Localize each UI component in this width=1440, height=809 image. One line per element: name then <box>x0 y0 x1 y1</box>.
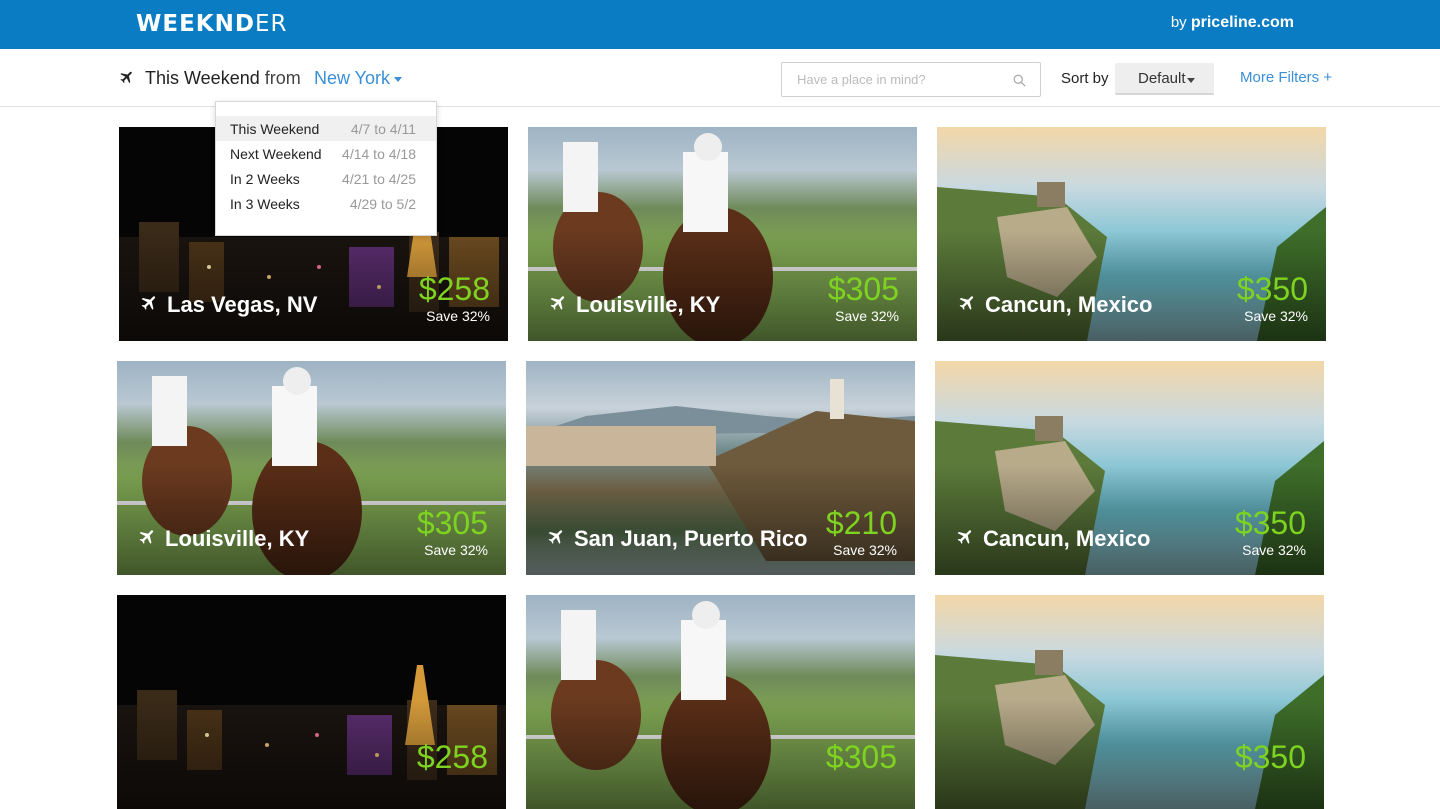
destination-card[interactable]: $258 <box>117 595 506 809</box>
price-label: $350 <box>1234 739 1306 775</box>
price-label: $258 <box>416 739 488 775</box>
plane-icon <box>138 526 157 552</box>
savings-label: Save 32% <box>426 308 490 324</box>
price-label: $350 <box>1236 271 1308 307</box>
destination-card[interactable]: Cancun, Mexico $350 Save 32% <box>937 127 1326 341</box>
destination-name: Louisville, KY <box>549 292 720 318</box>
priceline-byline[interactable]: by priceline.com <box>1171 14 1294 32</box>
savings-label: Save 32% <box>835 308 899 324</box>
destination-name: Cancun, Mexico <box>958 292 1152 318</box>
weekender-logo[interactable]: WEEKNDER <box>136 11 287 37</box>
destination-label: Louisville, KY <box>165 526 310 551</box>
destination-card[interactable]: Louisville, KY $305 Save 32% <box>528 127 917 341</box>
plane-icon <box>956 526 975 552</box>
sort-label: Sort by <box>1061 70 1109 87</box>
savings-label: Save 32% <box>424 542 488 558</box>
destination-name: Cancun, Mexico <box>956 526 1150 552</box>
plane-icon <box>120 71 132 84</box>
origin-city-dropdown[interactable]: New York <box>314 68 403 89</box>
price-label: $305 <box>416 505 488 541</box>
destination-name: San Juan, Puerto Rico <box>547 526 808 552</box>
price-label: $258 <box>418 271 490 307</box>
search-icon[interactable] <box>1012 73 1027 88</box>
dropdown-item-next-weekend[interactable]: Next Weekend 4/14 to 4/18 <box>216 141 436 166</box>
chevron-down-icon <box>394 76 403 82</box>
price-label: $210 <box>825 505 897 541</box>
savings-label: Save 32% <box>1244 308 1308 324</box>
dropdown-item-in-3-weeks[interactable]: In 3 Weeks 4/29 to 5/2 <box>216 191 436 216</box>
plane-icon <box>549 292 568 318</box>
savings-label: Save 32% <box>1242 542 1306 558</box>
price-label: $350 <box>1234 505 1306 541</box>
dropdown-item-this-weekend[interactable]: This Weekend 4/7 to 4/11 <box>216 116 436 141</box>
destination-name: Louisville, KY <box>138 526 309 552</box>
destination-label: Cancun, Mexico <box>983 526 1151 551</box>
destination-label: Las Vegas, NV <box>167 292 318 317</box>
destination-label: Cancun, Mexico <box>985 292 1153 317</box>
plane-icon <box>958 292 977 318</box>
plane-icon <box>140 292 159 318</box>
weekend-dropdown-menu: This Weekend 4/7 to 4/11 Next Weekend 4/14… <box>215 101 437 236</box>
destination-card[interactable]: $350 <box>935 595 1324 809</box>
destination-card[interactable]: Louisville, KY $305 Save 32% <box>117 361 506 575</box>
savings-label: Save 32% <box>833 542 897 558</box>
destination-card[interactable]: $305 <box>526 595 915 809</box>
dropdown-item-in-2-weeks[interactable]: In 2 Weeks 4/21 to 4/25 <box>216 166 436 191</box>
destination-label: Louisville, KY <box>576 292 721 317</box>
destination-name: Las Vegas, NV <box>140 292 317 318</box>
sort-select[interactable]: Default <box>1115 63 1214 95</box>
more-filters-link[interactable]: More Filters + <box>1240 69 1332 86</box>
destination-card[interactable]: Cancun, Mexico $350 Save 32% <box>935 361 1324 575</box>
destination-search <box>781 62 1041 97</box>
filter-bar: This Weekend from New York Sort by Defau… <box>0 49 1440 107</box>
plane-icon <box>547 526 566 552</box>
weekend-selector[interactable]: This Weekend from <box>145 68 301 89</box>
caret-down-icon <box>1187 78 1195 83</box>
destination-card[interactable]: San Juan, Puerto Rico $210 Save 32% <box>526 361 915 575</box>
top-bar: WEEKNDER by priceline.com <box>0 0 1440 49</box>
destination-label: San Juan, Puerto Rico <box>574 526 808 551</box>
price-label: $305 <box>825 739 897 775</box>
search-input[interactable] <box>782 63 1002 96</box>
price-label: $305 <box>827 271 899 307</box>
